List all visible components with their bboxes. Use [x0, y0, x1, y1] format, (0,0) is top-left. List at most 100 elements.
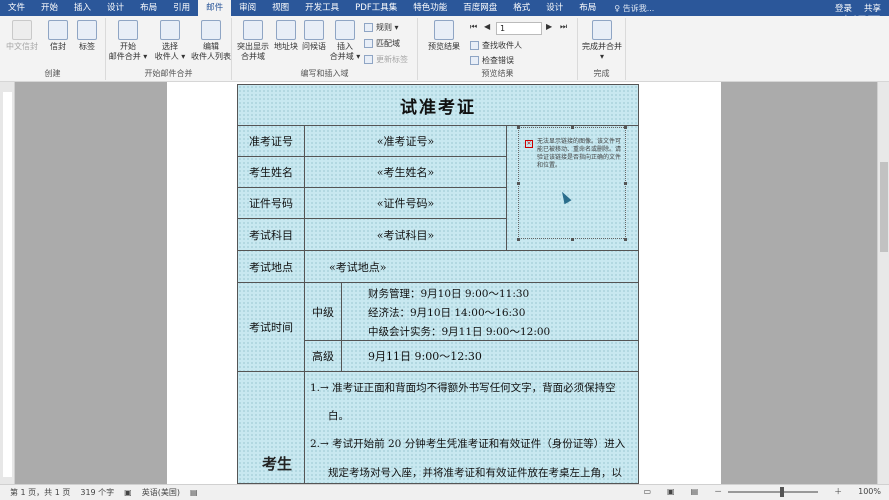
finish-merge-button[interactable]: 完成并合并 ▾ [578, 20, 626, 62]
exam-no-field[interactable]: «准考证号» [304, 125, 507, 157]
group-label-write-insert: 编写和插入域 [300, 69, 349, 78]
match-fields-button[interactable]: 匹配域 [364, 38, 400, 49]
tab-view[interactable]: 视图 [264, 0, 297, 16]
web-layout-icon[interactable]: ▤ [691, 487, 699, 496]
check-errors-button[interactable]: 检查错误 [470, 55, 514, 66]
status-bar: 第 1 页，共 1 页 319 个字 ▣ 英语(美国) ▤ ▭ ▣ ▤ － ＋ … [0, 484, 889, 500]
next-record-icon[interactable]: ▶ [546, 22, 552, 31]
tab-review[interactable]: 审阅 [231, 0, 264, 16]
group-label-create: 创建 [44, 69, 61, 78]
last-record-icon[interactable]: ⏭ [560, 22, 567, 32]
vertical-scrollbar[interactable] [877, 82, 889, 484]
group-preview: 预览结果 ⏮ ◀ 1 ▶ ⏭ 查找收件人 检查错误 预览结果 [418, 18, 578, 80]
id-field[interactable]: «证件号码» [304, 187, 507, 219]
place-field[interactable]: «考试地点» [304, 250, 638, 283]
finish-merge-icon [592, 20, 612, 40]
page-count[interactable]: 第 1 页，共 1 页 [10, 487, 70, 498]
zoom-in-icon[interactable]: ＋ [834, 486, 842, 497]
tab-design[interactable]: 设计 [99, 0, 132, 16]
envelope-icon [48, 20, 68, 40]
greeting-line-button[interactable]: 问候语 [300, 20, 328, 52]
select-recipients-button[interactable]: 选择 收件人 ▾ [150, 20, 190, 62]
side-label: 考生 [262, 455, 293, 473]
tab-references[interactable]: 引用 [165, 0, 198, 16]
note-line: 2.→ 考试开始前 20 分钟考生凭准考证和有效证件（身份证等）进入 [310, 438, 626, 450]
id-label: 证件号码 [238, 187, 305, 219]
edit-recipient-list-button[interactable]: 编辑 收件人列表 [190, 20, 232, 62]
tab-table-layout[interactable]: 布局 [571, 0, 604, 16]
insert-merge-field-button[interactable]: 插入 合并域 ▾ [330, 20, 360, 62]
first-record-icon[interactable]: ⏮ [470, 22, 477, 32]
preview-icon [434, 20, 454, 40]
tab-format[interactable]: 格式 [505, 0, 538, 16]
tab-file[interactable]: 文件 [0, 0, 33, 16]
zoom-slider[interactable] [728, 486, 819, 497]
envelope-button[interactable]: 信封 [48, 20, 68, 52]
zoom-control: ▭ ▣ ▤ － ＋ 100% [633, 486, 881, 497]
mid-level-label: 中级 [304, 282, 342, 341]
group-label-preview: 预览结果 [481, 69, 514, 78]
macro-icon[interactable]: ▤ [190, 488, 198, 497]
record-number-input[interactable]: 1 [496, 22, 542, 35]
broken-image-placeholder[interactable]: × 无法显示链接的图像。该文件可能已被移动、重命名或删除。请验证该链接是否指向正… [518, 127, 626, 239]
greeting-icon [304, 20, 324, 40]
rules-icon [364, 23, 373, 32]
tab-layout[interactable]: 布局 [132, 0, 165, 16]
name-field[interactable]: «考生姓名» [304, 156, 507, 188]
check-icon [470, 56, 479, 65]
word-count[interactable]: 319 个字 [80, 487, 114, 498]
edit-list-icon [201, 20, 221, 40]
broken-image-icon: × [525, 140, 533, 148]
zoom-out-icon[interactable]: － [714, 486, 722, 497]
zoom-slider-knob[interactable] [780, 486, 785, 497]
mail-merge-icon [118, 20, 138, 40]
update-labels-button[interactable]: 更新标签 [364, 54, 408, 65]
print-layout-icon[interactable]: ▣ [667, 487, 675, 496]
tab-pdf-tools[interactable]: PDF工具集 [347, 0, 405, 16]
match-icon [364, 39, 373, 48]
tab-mailings[interactable]: 邮件 [198, 0, 232, 16]
prev-record-icon[interactable]: ◀ [484, 22, 490, 31]
tab-developer[interactable]: 开发工具 [297, 0, 347, 16]
mid-schedule-line: 财务管理：9月10日 9:00～11:30 [368, 288, 530, 300]
ribbon: 中文信封 信封 标签 创建 开始 邮件合并 ▾ 选择 收件人 ▾ 编辑 收件人列… [0, 16, 889, 82]
label-icon [77, 20, 97, 40]
group-start-merge: 开始 邮件合并 ▾ 选择 收件人 ▾ 编辑 收件人列表 开始邮件合并 [106, 18, 232, 80]
ribbon-tab-bar: 文件 开始 插入 设计 布局 引用 邮件 审阅 视图 开发工具 PDF工具集 特… [0, 0, 889, 16]
proofing-icon[interactable]: ▣ [124, 488, 132, 497]
tell-me-search[interactable]: ♀ 告诉我... [614, 3, 654, 14]
labels-button[interactable]: 标签 [77, 20, 97, 52]
preview-results-button[interactable]: 预览结果 [422, 20, 466, 52]
exam-no-label: 准考证号 [238, 125, 305, 157]
group-label-start-merge: 开始邮件合并 [144, 69, 193, 78]
tab-insert[interactable]: 插入 [66, 0, 99, 16]
mid-schedule-line: 经济法：9月10日 14:00～16:30 [368, 307, 526, 319]
rules-button[interactable]: 规则 ▾ [364, 22, 399, 33]
address-block-button[interactable]: 地址块 [272, 20, 300, 52]
note-line: 规定考场对号入座，并将准考证和有效证件放在考桌左上角，以 [328, 467, 622, 479]
start-merge-button[interactable]: 开始 邮件合并 ▾ [108, 20, 148, 62]
tab-special[interactable]: 特色功能 [405, 0, 455, 16]
admission-ticket-table[interactable]: 试准考证 准考证号 «准考证号» 考生姓名 «考生姓名» 证件号码 «证件号码»… [237, 84, 639, 484]
language[interactable]: 英语(美国) [142, 487, 180, 498]
find-recipient-button[interactable]: 查找收件人 [470, 40, 522, 51]
zoom-level[interactable]: 100% [858, 487, 881, 496]
insert-field-icon [335, 20, 355, 40]
scrollbar-thumb[interactable] [880, 162, 888, 252]
recipients-icon [160, 20, 180, 40]
read-mode-icon[interactable]: ▭ [643, 487, 651, 496]
cn-envelope-button[interactable]: 中文信封 [6, 20, 38, 52]
find-icon [470, 41, 479, 50]
high-level-label: 高级 [304, 340, 342, 372]
highlight-fields-button[interactable]: 突出显示 合并域 [234, 20, 272, 62]
place-label: 考试地点 [238, 250, 305, 283]
tab-home[interactable]: 开始 [33, 0, 66, 16]
tab-table-design[interactable]: 设计 [538, 0, 571, 16]
group-create: 中文信封 信封 标签 创建 [0, 18, 106, 80]
time-label: 考试时间 [238, 282, 305, 372]
name-label: 考生姓名 [238, 156, 305, 188]
subject-field[interactable]: «考试科目» [304, 218, 507, 251]
broken-image-message: 无法显示链接的图像。该文件可能已被移动、重命名或删除。请验证该链接是否指向正确的… [537, 138, 622, 169]
highlight-icon [243, 20, 263, 40]
tab-baidu[interactable]: 百度网盘 [455, 0, 505, 16]
